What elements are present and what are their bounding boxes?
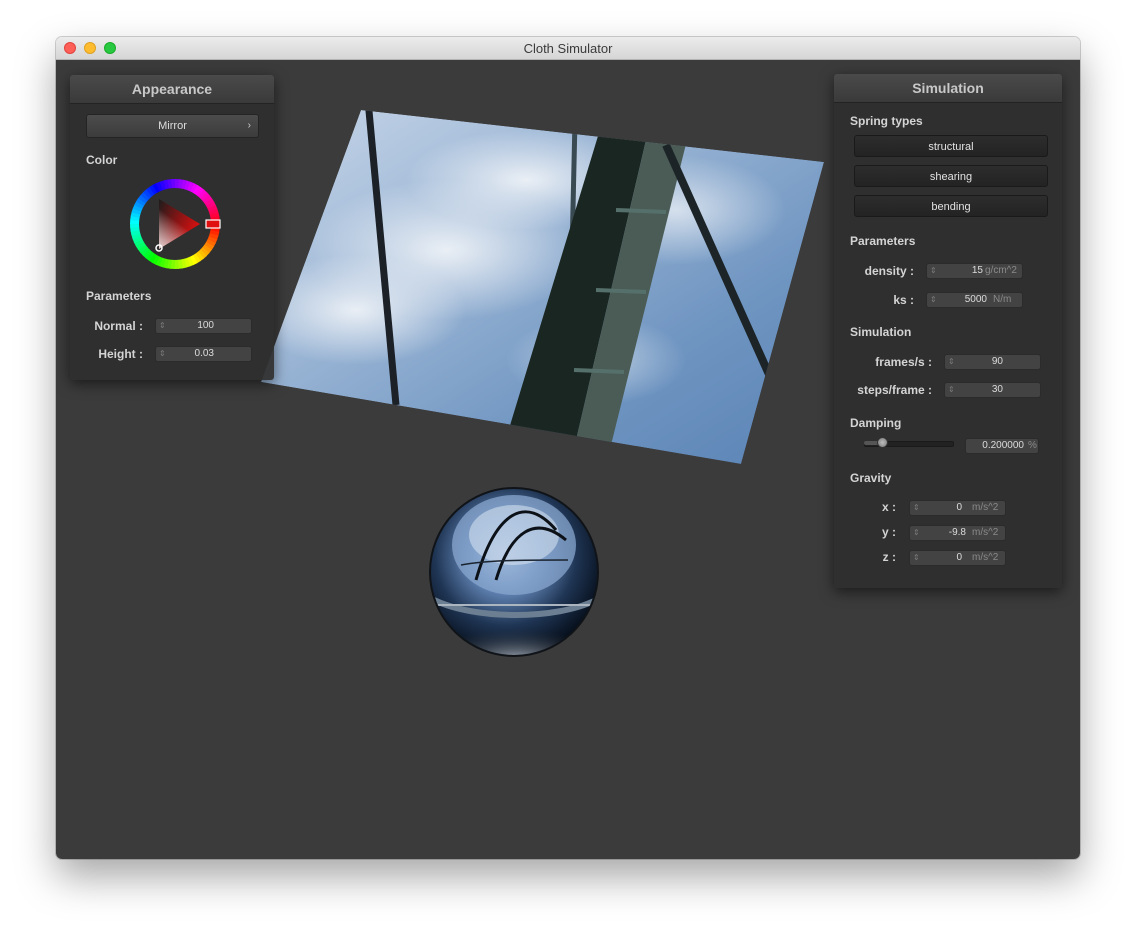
gravity-z-input[interactable]: ⇕ 0 m/s^2 — [909, 550, 1006, 566]
gravity-z-label: z : — [882, 550, 896, 564]
chevron-right-icon: › — [247, 120, 251, 131]
simulation-panel: Simulation Spring types structural shear… — [834, 74, 1062, 588]
height-input[interactable]: ⇕ 0.03 — [155, 346, 252, 362]
color-section-label: Color — [86, 153, 118, 167]
app-window: Cloth Simulator Appearance Mirror › Colo… — [56, 37, 1080, 859]
title-bar[interactable]: Cloth Simulator — [56, 37, 1080, 60]
gravity-label: Gravity — [850, 471, 892, 485]
3d-viewport[interactable]: Appearance Mirror › Color Parameters Nor… — [56, 60, 1080, 859]
steps-per-frame-label: steps/frame : — [857, 383, 932, 397]
shader-dropdown-value: Mirror — [158, 120, 187, 132]
height-label: Height : — [98, 347, 143, 361]
gravity-x-input[interactable]: ⇕ 0 m/s^2 — [909, 500, 1006, 516]
spinner-icon: ⇕ — [930, 295, 937, 304]
frames-per-second-input[interactable]: ⇕ 90 — [944, 354, 1041, 370]
appearance-panel-title: Appearance — [70, 75, 274, 104]
ks-label: ks : — [893, 293, 914, 307]
window-title: Cloth Simulator — [523, 41, 613, 56]
structural-button[interactable]: structural — [854, 135, 1048, 157]
spinner-icon: ⇕ — [913, 528, 920, 537]
normal-input[interactable]: ⇕ 100 — [155, 318, 252, 334]
sim-parameters-label: Parameters — [850, 234, 916, 248]
spinner-icon: ⇕ — [948, 385, 955, 394]
ks-input[interactable]: ⇕ 5000 N/m — [926, 292, 1023, 308]
frames-per-second-label: frames/s : — [875, 355, 932, 369]
shader-dropdown[interactable]: Mirror › — [86, 114, 259, 138]
steps-per-frame-input[interactable]: ⇕ 30 — [944, 382, 1041, 398]
spinner-icon: ⇕ — [913, 503, 920, 512]
density-input[interactable]: ⇕ 15 g/cm^2 — [926, 263, 1023, 279]
gravity-y-label: y : — [881, 525, 896, 539]
gravity-x-label: x : — [881, 500, 896, 514]
spinner-icon: ⇕ — [913, 553, 920, 562]
spinner-icon: ⇕ — [159, 349, 166, 358]
spinner-icon: ⇕ — [948, 357, 955, 366]
appearance-parameters-label: Parameters — [86, 289, 152, 303]
cloth-mesh — [261, 110, 824, 464]
simulation-section-label: Simulation — [850, 325, 912, 339]
color-wheel[interactable] — [128, 177, 222, 271]
damping-label: Damping — [850, 416, 902, 430]
spinner-icon: ⇕ — [930, 266, 937, 275]
normal-label: Normal : — [94, 319, 143, 333]
density-label: density : — [864, 264, 914, 278]
shearing-button[interactable]: shearing — [854, 165, 1048, 187]
mirror-sphere — [429, 487, 599, 657]
spinner-icon: ⇕ — [159, 321, 166, 330]
simulation-panel-title: Simulation — [834, 74, 1062, 103]
bending-button[interactable]: bending — [854, 195, 1048, 217]
hue-marker — [205, 219, 221, 229]
damping-slider-knob[interactable] — [876, 437, 888, 448]
damping-slider[interactable] — [864, 437, 954, 449]
appearance-panel: Appearance Mirror › Color Parameters Nor… — [70, 75, 274, 380]
gravity-y-input[interactable]: ⇕ -9.8 m/s^2 — [909, 525, 1006, 541]
spring-types-label: Spring types — [850, 114, 923, 128]
damping-input[interactable]: 0.200000 % — [965, 438, 1039, 454]
